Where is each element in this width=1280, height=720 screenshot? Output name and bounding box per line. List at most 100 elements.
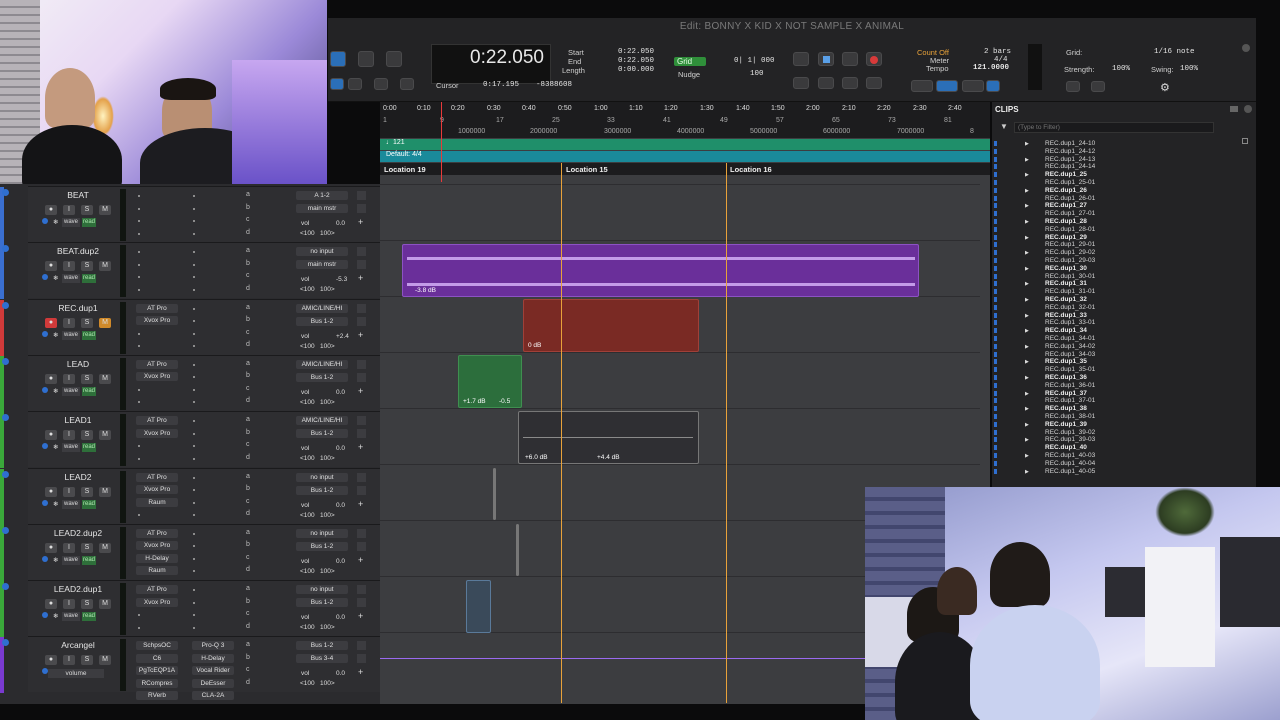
- track-name[interactable]: LEAD2: [38, 472, 118, 482]
- empty-insert-dot[interactable]: [193, 601, 195, 604]
- volume-value[interactable]: 0.0: [336, 502, 345, 509]
- view-selector[interactable]: wave: [62, 386, 80, 396]
- clip-list-item[interactable]: REC.dup1_28-01: [1045, 226, 1095, 234]
- clip-list-item[interactable]: REC.dup1_25-01: [1045, 179, 1095, 187]
- input-selector[interactable]: AMIC/LINE/HI: [296, 416, 348, 426]
- send-slot[interactable]: a: [246, 585, 250, 592]
- automation-read-button[interactable]: read: [82, 499, 96, 509]
- solo-button[interactable]: S: [81, 317, 93, 328]
- clip-gain-label[interactable]: 0 dB: [528, 342, 541, 349]
- clip-list-item[interactable]: REC.dup1_26-01: [1045, 195, 1095, 203]
- insert-slot[interactable]: Xvox Pro: [136, 316, 178, 326]
- clip-list-item[interactable]: REC.dup1_30: [1045, 265, 1087, 273]
- expand-arrow-icon[interactable]: ▶: [1025, 141, 1029, 147]
- clip-list-item[interactable]: REC.dup1_33: [1045, 312, 1087, 320]
- pencil-tool-icon[interactable]: [386, 51, 402, 67]
- insert-slot[interactable]: CLA-2A: [192, 691, 234, 701]
- lane-beat[interactable]: [380, 184, 980, 240]
- clip-gain-label-2[interactable]: -0.5: [499, 398, 510, 405]
- rewind-start-icon[interactable]: [793, 77, 809, 89]
- send-slot[interactable]: a: [246, 641, 250, 648]
- view-selector[interactable]: wave: [62, 274, 80, 284]
- clip-list-item[interactable]: REC.dup1_29-02: [1045, 249, 1095, 257]
- empty-insert-dot[interactable]: [138, 445, 140, 448]
- output-window-icon[interactable]: [357, 598, 366, 608]
- send-slot[interactable]: b: [246, 598, 250, 605]
- expand-arrow-icon[interactable]: ▶: [1025, 157, 1029, 163]
- track-row[interactable]: REC.dup1 ● I S M ❄ wave read AT Pro Xvox Pro a b c d A…: [0, 298, 380, 356]
- clip-list-item[interactable]: REC.dup1_30-01: [1045, 273, 1095, 281]
- empty-insert-dot[interactable]: [138, 332, 140, 335]
- input-selector[interactable]: no input: [296, 585, 348, 595]
- send-slot[interactable]: a: [246, 360, 250, 367]
- grid-icon[interactable]: [400, 78, 414, 90]
- clip-list-item[interactable]: REC.dup1_40-04: [1045, 460, 1095, 468]
- empty-insert-dot[interactable]: [138, 207, 140, 210]
- nudge-value[interactable]: 100: [750, 70, 764, 78]
- track-select-icon[interactable]: [2, 301, 9, 309]
- clip-list-item[interactable]: REC.dup1_32-01: [1045, 304, 1095, 312]
- audio-clip-lead2[interactable]: [493, 468, 496, 520]
- clip-list-item[interactable]: REC.dup1_39-02: [1045, 429, 1095, 437]
- snowflake-icon[interactable]: ❄: [53, 274, 58, 282]
- view-selector[interactable]: wave: [62, 499, 80, 509]
- clip-list-item[interactable]: REC.dup1_24-13: [1045, 156, 1095, 164]
- pan-value[interactable]: <100 100>: [300, 455, 335, 462]
- output-window-icon[interactable]: [357, 541, 366, 551]
- send-slot[interactable]: a: [246, 529, 250, 536]
- insert-slot[interactable]: Xvox Pro: [136, 597, 178, 607]
- insert-slot[interactable]: Xvox Pro: [136, 541, 178, 551]
- clip-list-item[interactable]: REC.dup1_27: [1045, 202, 1087, 210]
- input-monitor-button[interactable]: I: [63, 317, 75, 328]
- send-slot[interactable]: d: [246, 510, 250, 517]
- insert-slot[interactable]: H-Delay: [136, 553, 178, 563]
- track-options-icon[interactable]: [42, 330, 48, 337]
- send-slot[interactable]: c: [246, 441, 250, 448]
- solo-button[interactable]: S: [81, 205, 93, 215]
- pan-value[interactable]: <100 100>: [300, 399, 335, 406]
- clip-list-item[interactable]: REC.dup1_40-03: [1045, 452, 1095, 460]
- settings-gear-icon[interactable]: ⚙: [1160, 81, 1170, 94]
- add-icon[interactable]: +: [358, 273, 363, 283]
- eq-icon[interactable]: [357, 416, 366, 426]
- pan-value[interactable]: <100 100>: [300, 680, 335, 687]
- location-marker-19[interactable]: Location 19: [384, 165, 426, 174]
- output-selector[interactable]: Bus 1-2: [296, 429, 348, 439]
- pan-value[interactable]: <100 100>: [300, 568, 335, 575]
- expand-arrow-icon[interactable]: ▶: [1025, 359, 1029, 365]
- expand-arrow-icon[interactable]: ▶: [1025, 313, 1029, 319]
- loop-icon[interactable]: [842, 52, 858, 66]
- track-select-icon[interactable]: [2, 470, 9, 478]
- clip-list-item[interactable]: REC.dup1_24-14: [1045, 163, 1095, 171]
- mute-button[interactable]: M: [99, 599, 111, 610]
- track-name[interactable]: LEAD: [38, 359, 118, 369]
- record-enable-button[interactable]: ●: [45, 430, 57, 441]
- empty-insert-dot[interactable]: [193, 514, 195, 516]
- volume-value[interactable]: +2.4: [336, 333, 349, 340]
- mute-button[interactable]: M: [99, 317, 111, 328]
- empty-insert-dot[interactable]: [193, 232, 195, 235]
- expand-arrow-icon[interactable]: ▶: [1025, 391, 1029, 397]
- midi-merge-icon[interactable]: [962, 80, 984, 92]
- empty-insert-dot[interactable]: [193, 432, 195, 435]
- snowflake-icon[interactable]: ❄: [53, 331, 58, 339]
- snowflake-icon[interactable]: ❄: [53, 443, 58, 451]
- zoom-in-icon[interactable]: [1091, 81, 1105, 92]
- input-monitor-button[interactable]: I: [63, 655, 75, 666]
- input-selector[interactable]: A 1-2: [296, 191, 348, 200]
- expand-arrow-icon[interactable]: ▶: [1025, 453, 1029, 459]
- automation-read-button[interactable]: read: [82, 555, 96, 565]
- volume-value[interactable]: 0.0: [336, 670, 345, 677]
- clip-list-item[interactable]: REC.dup1_36-01: [1045, 382, 1095, 390]
- track-select-icon[interactable]: [2, 526, 9, 534]
- volume-value[interactable]: -5.3: [336, 276, 347, 283]
- snowflake-icon[interactable]: ❄: [53, 612, 58, 620]
- insert-slot[interactable]: AT Pro: [136, 303, 178, 313]
- insert-slot[interactable]: RVerb: [136, 691, 178, 701]
- send-slot[interactable]: c: [246, 216, 250, 223]
- bars-value[interactable]: 2 bars: [984, 48, 1011, 56]
- send-slot[interactable]: d: [246, 566, 250, 573]
- empty-insert-dot[interactable]: [138, 614, 140, 617]
- solo-button[interactable]: S: [81, 542, 93, 553]
- eq-icon[interactable]: [357, 191, 366, 200]
